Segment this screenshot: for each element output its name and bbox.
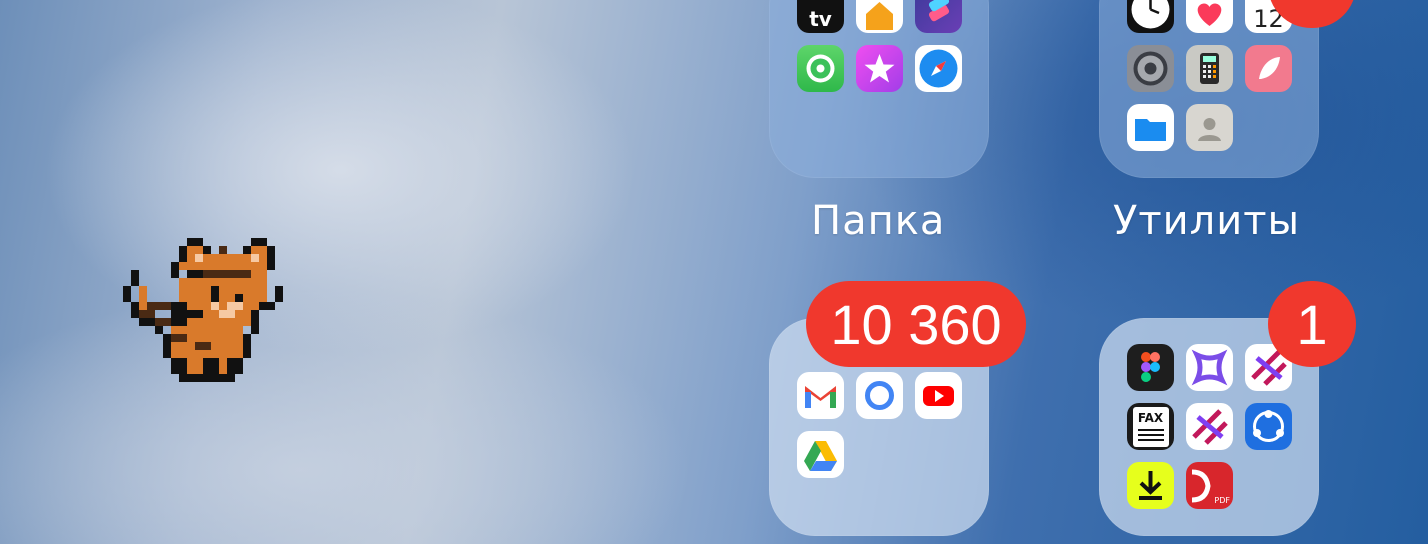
pdf-app-icon[interactable]: PDF — [1186, 462, 1233, 509]
home-icon[interactable] — [856, 0, 903, 33]
clock-icon[interactable] — [1127, 0, 1174, 33]
health-icon[interactable] — [1186, 0, 1233, 33]
google-folder-badge: 10 360 — [806, 281, 1026, 367]
fax-label: FAX — [1137, 410, 1164, 425]
downloader-icon[interactable] — [1127, 462, 1174, 509]
feather-app-icon[interactable] — [1245, 45, 1292, 92]
files-icon[interactable] — [1127, 104, 1174, 151]
fax-icon[interactable]: FAX — [1127, 403, 1174, 450]
gmail-icon[interactable] — [797, 372, 844, 419]
purple-app-icon[interactable] — [1186, 344, 1233, 391]
youtube-icon[interactable] — [915, 372, 962, 419]
folder-label-papka: Папка — [811, 198, 946, 244]
folder-papka[interactable]: tv — [769, 0, 989, 178]
itunes-store-icon[interactable] — [856, 45, 903, 92]
tools-folder-badge: 1 — [1268, 281, 1356, 367]
contacts-icon[interactable] — [1186, 104, 1233, 151]
find-my-icon[interactable] — [797, 45, 844, 92]
pixel-cat-icon — [123, 238, 283, 382]
apple-tv-label: tv — [809, 6, 832, 31]
share-icon[interactable] — [1245, 403, 1292, 450]
folder-utilities[interactable]: 12 — [1099, 0, 1319, 178]
settings-icon[interactable] — [1127, 45, 1174, 92]
cross-arrows-app-icon[interactable] — [1186, 403, 1233, 450]
folder-label-utilities: Утилиты — [1113, 198, 1301, 244]
google-icon[interactable] — [856, 372, 903, 419]
safari-icon[interactable] — [915, 45, 962, 92]
google-drive-icon[interactable] — [797, 431, 844, 478]
apple-tv-icon[interactable]: tv — [797, 0, 844, 33]
figma-icon[interactable] — [1127, 344, 1174, 391]
pdf-label: PDF — [1214, 496, 1230, 505]
shortcuts-icon[interactable] — [915, 0, 962, 33]
calculator-icon[interactable] — [1186, 45, 1233, 92]
